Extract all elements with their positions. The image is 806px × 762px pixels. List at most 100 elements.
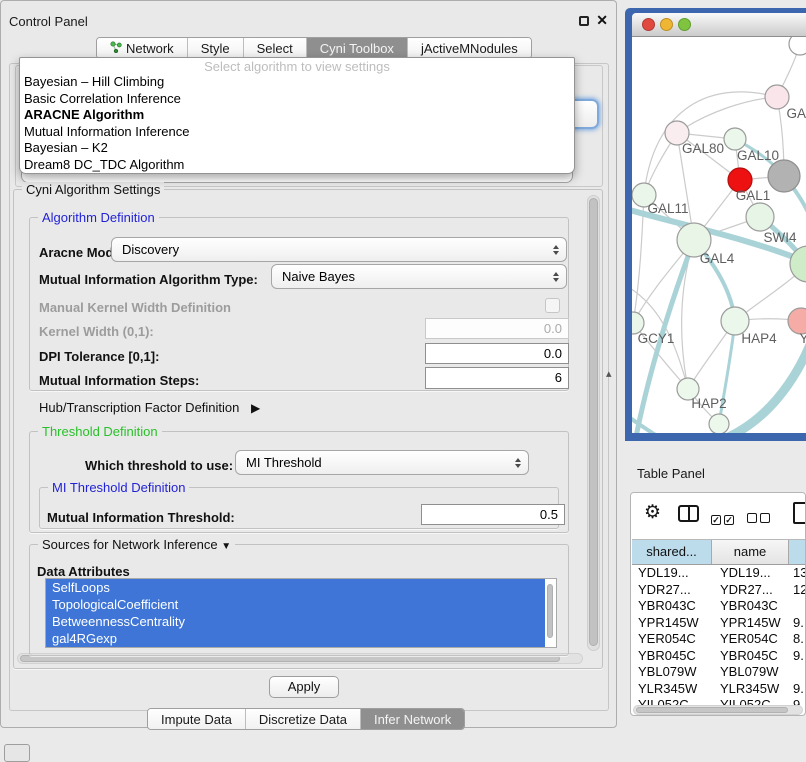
table-row[interactable]: YLR345WYLR345W9.	[632, 681, 806, 698]
table-header: shared...name	[632, 539, 806, 565]
close-traffic-light-icon[interactable]	[642, 18, 655, 31]
table-cell[interactable]: YBR045C	[712, 648, 789, 665]
table-cell[interactable]: YBR045C	[632, 648, 712, 665]
table-cell[interactable]: YER054C	[632, 631, 712, 648]
zoom-traffic-light-icon[interactable]	[678, 18, 691, 31]
table-cell[interactable]: YDL19...	[712, 565, 789, 582]
hub-expander[interactable]: Hub/Transcription Factor Definition ▶	[39, 400, 260, 415]
dpi-tolerance-field[interactable]: 0.0	[425, 343, 569, 364]
table-cell[interactable]: YPR145W	[712, 615, 789, 632]
attr-list-scroll-thumb[interactable]	[547, 584, 553, 638]
table-horizontal-scrollbar[interactable]	[633, 705, 803, 715]
settings-vertical-scrollbar[interactable]	[587, 195, 600, 651]
combo-spinner-icon	[515, 458, 521, 468]
table-row[interactable]: YBR043CYBR043C	[632, 598, 806, 615]
table-row[interactable]: YIL052CYIL052C9.	[632, 697, 806, 705]
table-cell[interactable]: YBR043C	[712, 598, 789, 615]
table-row[interactable]: YDL19...YDL19...13	[632, 565, 806, 582]
gear-icon[interactable]: ⚙	[644, 501, 661, 524]
desktop: Control Panel ✕ NetworkStyleSelectCyni T…	[0, 0, 806, 762]
dock-panel-button[interactable]	[4, 744, 30, 762]
apply-button[interactable]: Apply	[269, 676, 339, 698]
float-window-icon[interactable]	[579, 16, 589, 26]
aracne-mode-combo[interactable]: Discovery	[111, 237, 567, 262]
bottom-tab-impute-data[interactable]: Impute Data	[148, 709, 245, 729]
table-cell[interactable]: YBL079W	[712, 664, 789, 681]
dropdown-item[interactable]: ARACNE Algorithm	[20, 107, 574, 124]
bottom-tab-label: Infer Network	[374, 709, 451, 730]
table-function-icon[interactable]	[793, 502, 806, 524]
table-cell[interactable]: YIL052C	[712, 697, 789, 705]
table-cell[interactable]: YDR27...	[712, 582, 789, 599]
table-cell[interactable]: YPR145W	[632, 615, 712, 632]
network-node[interactable]	[746, 203, 774, 231]
dropdown-item[interactable]: Dream8 DC_TDC Algorithm	[20, 157, 574, 174]
tab-cyni-toolbox[interactable]: Cyni Toolbox	[306, 38, 407, 58]
bottom-tab-infer-network[interactable]: Infer Network	[360, 709, 464, 729]
table-row[interactable]: YBR045CYBR045C9.	[632, 648, 806, 665]
table-cell[interactable]: 9.	[789, 648, 806, 665]
unchecked-boxes-icon[interactable]	[747, 510, 773, 528]
table-cell[interactable]: YDR27...	[632, 582, 712, 599]
dropdown-item[interactable]: Bayesian – K2	[20, 140, 574, 157]
network-node[interactable]	[724, 128, 746, 150]
column-layout-icon[interactable]	[678, 505, 699, 522]
node-label: GAL80	[682, 141, 724, 156]
table-cell[interactable]: 9.	[789, 697, 806, 705]
network-node[interactable]	[789, 37, 806, 55]
table-cell[interactable]	[789, 664, 806, 681]
settings-hscroll-thumb[interactable]	[20, 655, 560, 662]
tab-select[interactable]: Select	[243, 38, 306, 58]
attr-list-scrollbar[interactable]	[546, 582, 554, 644]
dropdown-item[interactable]: Mutual Information Inference	[20, 124, 574, 141]
table-cell[interactable]: 8.	[789, 631, 806, 648]
tab-style[interactable]: Style	[187, 38, 243, 58]
data-attribute-item[interactable]: SelfLoops	[46, 579, 545, 596]
settings-vscroll-thumb[interactable]	[589, 198, 598, 646]
dropdown-item[interactable]: Basic Correlation Inference	[20, 91, 574, 108]
table-cell[interactable]: YLR345W	[712, 681, 789, 698]
expander-collapsed-icon[interactable]: ▶	[251, 401, 260, 415]
column-header[interactable]: shared...	[632, 540, 712, 564]
tab-network[interactable]: Network	[97, 38, 187, 58]
table-cell[interactable]: YBR043C	[632, 598, 712, 615]
table-cell[interactable]: YER054C	[712, 631, 789, 648]
which-threshold-combo[interactable]: MI Threshold	[235, 450, 529, 475]
mi-steps-field[interactable]: 6	[425, 367, 569, 389]
table-cell[interactable]: 13	[789, 565, 806, 582]
table-cell[interactable]	[789, 598, 806, 615]
table-hscroll-thumb[interactable]	[636, 707, 788, 713]
column-header[interactable]	[789, 540, 806, 564]
table-cell[interactable]: YBL079W	[632, 664, 712, 681]
mi-type-combo[interactable]: Naive Bayes	[271, 264, 567, 289]
network-node[interactable]	[790, 246, 806, 282]
data-attribute-item[interactable]: gal4RGexp	[46, 630, 545, 647]
close-icon[interactable]: ✕	[596, 12, 608, 29]
table-row[interactable]: YPR145WYPR145W9.	[632, 615, 806, 632]
checked-boxes-icon[interactable]: ✓✓	[711, 510, 737, 528]
table-cell[interactable]: YIL052C	[632, 697, 712, 705]
table-row[interactable]: YBL079WYBL079W	[632, 664, 806, 681]
expander-expanded-icon[interactable]: ▼	[221, 541, 231, 552]
table-row[interactable]: YDR27...YDR27...12	[632, 582, 806, 599]
table-cell[interactable]: 9.	[789, 681, 806, 698]
column-header[interactable]: name	[712, 540, 789, 564]
network-node[interactable]	[765, 85, 789, 109]
data-attribute-item[interactable]: TopologicalCoefficient	[46, 596, 545, 613]
network-node[interactable]	[709, 414, 729, 433]
table-cell[interactable]: YLR345W	[632, 681, 712, 698]
data-attribute-item[interactable]: BetweennessCentrality	[46, 613, 545, 630]
dropdown-item[interactable]: Bayesian – Hill Climbing	[20, 74, 574, 91]
table-cell[interactable]: 12	[789, 582, 806, 599]
network-canvas[interactable]: GALGAL80GAL10GAL1GAL11SWI4GAL4GCY1HAP4YH…	[632, 37, 806, 433]
mi-threshold-field[interactable]: 0.5	[421, 504, 565, 525]
table-cell[interactable]: YDL19...	[632, 565, 712, 582]
table-cell[interactable]: 9.	[789, 615, 806, 632]
network-node[interactable]	[768, 160, 800, 192]
tab-jactivemnodules[interactable]: jActiveMNodules	[407, 38, 531, 58]
table-row[interactable]: YER054CYER054C8.	[632, 631, 806, 648]
tab-label: Network	[126, 38, 174, 59]
node-label: GCY1	[638, 331, 675, 346]
minimize-traffic-light-icon[interactable]	[660, 18, 673, 31]
bottom-tab-discretize-data[interactable]: Discretize Data	[245, 709, 360, 729]
